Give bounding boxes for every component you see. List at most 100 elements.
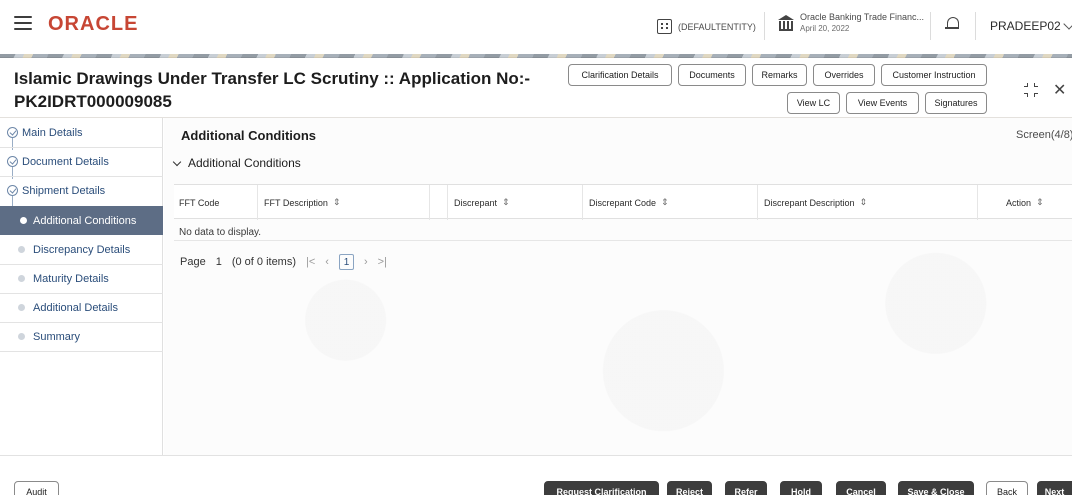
column-separator <box>582 185 583 220</box>
sort-icon[interactable]: ⇕ <box>860 197 868 208</box>
main-content: Additional Conditions Screen(4/8) Additi… <box>164 118 1072 455</box>
sidebar-item-additional-details[interactable]: Additional Details <box>0 293 163 322</box>
pending-step-dot-icon <box>18 275 25 282</box>
pending-step-dot-icon <box>18 304 25 311</box>
column-label: FFT Code <box>179 197 220 208</box>
current-page-button[interactable]: 1 <box>338 254 354 270</box>
column-separator <box>447 185 448 220</box>
customer-instruction-button[interactable]: Customer Instruction <box>881 64 987 86</box>
column-label: FFT Description <box>264 197 328 208</box>
entity-selector[interactable]: (DEFAULTENTITY) <box>657 19 756 34</box>
next-button[interactable]: Next <box>1037 481 1072 495</box>
signatures-button[interactable]: Signatures <box>925 92 987 114</box>
sidebar-item-label: Discrepancy Details <box>33 243 131 256</box>
header-divider <box>764 12 765 40</box>
column-label: Discrepant Description <box>764 197 855 208</box>
pending-step-dot-icon <box>18 333 25 340</box>
check-circle-icon <box>7 185 18 196</box>
sidebar-item-label: Additional Details <box>33 301 118 314</box>
column-header-action[interactable]: Action ⇕ <box>1006 185 1044 220</box>
bell-icon[interactable] <box>945 16 959 32</box>
shrink-icon[interactable] <box>1024 83 1038 97</box>
clarification-details-button[interactable]: Clarification Details <box>568 64 672 86</box>
sidebar-nav: Main Details Document Details Shipment D… <box>0 118 163 455</box>
column-header-discrepant-code[interactable]: Discrepant Code ⇕ <box>589 185 669 220</box>
page-title: Islamic Drawings Under Transfer LC Scrut… <box>14 69 531 111</box>
page-label: Page <box>180 256 206 268</box>
title-area: Islamic Drawings Under Transfer LC Scrut… <box>0 58 1072 118</box>
sidebar-item-document-details[interactable]: Document Details <box>0 147 163 176</box>
pending-step-dot-icon <box>18 246 25 253</box>
page-input[interactable]: 1 <box>216 256 222 268</box>
column-header-fft-code[interactable]: FFT Code <box>179 185 219 220</box>
screen-indicator: Screen(4/8) <box>1016 129 1072 141</box>
save-and-close-button[interactable]: Save & Close <box>898 481 974 495</box>
sidebar-item-label: Main Details <box>22 126 83 139</box>
column-separator <box>429 185 430 220</box>
building-icon <box>657 19 672 34</box>
top-header: ORACLE (DEFAULTENTITY) Oracle Banking Tr… <box>0 0 1072 58</box>
sort-icon[interactable]: ⇕ <box>1036 197 1044 208</box>
active-step-dot-icon <box>20 217 27 224</box>
table-divider <box>174 240 1072 241</box>
sidebar-item-label: Maturity Details <box>33 272 109 285</box>
sidebar-item-maturity-details[interactable]: Maturity Details <box>0 264 163 293</box>
view-lc-button[interactable]: View LC <box>787 92 840 114</box>
chevron-down-icon <box>1063 18 1072 30</box>
close-icon[interactable]: ✕ <box>1053 80 1066 100</box>
request-clarification-button[interactable]: Request Clarification <box>544 481 659 495</box>
audit-button[interactable]: Audit <box>14 481 59 495</box>
column-header-discrepant[interactable]: Discrepant ⇕ <box>454 185 510 220</box>
oracle-logo: ORACLE <box>48 13 139 35</box>
column-separator <box>757 185 758 220</box>
header-divider <box>975 12 976 40</box>
sort-icon[interactable]: ⇕ <box>661 197 669 208</box>
hamburger-menu-icon[interactable] <box>14 16 32 30</box>
refer-button[interactable]: Refer <box>725 481 767 495</box>
sidebar-item-main-details[interactable]: Main Details <box>0 118 163 147</box>
panel-title: Additional Conditions <box>188 156 301 170</box>
bank-info[interactable]: Oracle Banking Trade Financ... April 20,… <box>778 12 924 34</box>
check-circle-icon <box>7 127 18 138</box>
column-separator <box>257 185 258 220</box>
sidebar-item-summary[interactable]: Summary <box>0 322 163 351</box>
view-events-button[interactable]: View Events <box>846 92 919 114</box>
previous-page-icon[interactable]: ‹ <box>325 256 329 268</box>
sidebar-item-label: Shipment Details <box>22 184 106 197</box>
documents-button[interactable]: Documents <box>678 64 746 86</box>
next-page-icon[interactable]: › <box>364 256 368 268</box>
chevron-down-icon <box>172 157 182 166</box>
reject-button[interactable]: Reject <box>667 481 712 495</box>
column-label: Action <box>1006 197 1032 208</box>
bank-date: April 20, 2022 <box>800 24 850 33</box>
header-divider <box>930 12 931 40</box>
pagination: Page 1 (0 of 0 items) |< ‹ 1 › >| <box>180 254 387 270</box>
overrides-button[interactable]: Overrides <box>813 64 875 86</box>
sidebar-divider <box>0 351 163 352</box>
sort-icon[interactable]: ⇕ <box>333 197 341 208</box>
user-menu[interactable]: PRADEEP02 <box>990 18 1072 33</box>
sidebar-item-shipment-details[interactable]: Shipment Details <box>0 176 163 205</box>
sidebar-item-discrepancy-details[interactable]: Discrepancy Details <box>0 235 163 264</box>
back-button[interactable]: Back <box>986 481 1028 495</box>
column-label: Discrepant <box>454 197 498 208</box>
column-header-discrepant-description[interactable]: Discrepant Description ⇕ <box>764 185 867 220</box>
bank-name: Oracle Banking Trade Financ... <box>800 12 925 22</box>
panel-toggle[interactable]: Additional Conditions <box>172 156 301 170</box>
sort-icon[interactable]: ⇕ <box>502 197 510 208</box>
sidebar-item-label: Document Details <box>22 155 109 168</box>
hold-button[interactable]: Hold <box>780 481 822 495</box>
column-header-fft-description[interactable]: FFT Description ⇕ <box>264 185 340 220</box>
sidebar-item-label: Additional Conditions <box>33 214 137 227</box>
sidebar-item-additional-conditions[interactable]: Additional Conditions <box>0 206 163 235</box>
user-name: PRADEEP02 <box>990 19 1061 33</box>
last-page-icon[interactable]: >| <box>378 256 387 268</box>
footer-bar: Audit Request Clarification Reject Refer… <box>0 455 1072 495</box>
remarks-button[interactable]: Remarks <box>752 64 807 86</box>
check-circle-icon <box>7 156 18 167</box>
sidebar-item-label: Summary <box>33 330 81 343</box>
bank-text: Oracle Banking Trade Financ... April 20,… <box>800 12 924 34</box>
table-header: FFT Code FFT Description ⇕ Discrepant ⇕ … <box>174 184 1072 220</box>
first-page-icon[interactable]: |< <box>306 256 315 268</box>
cancel-button[interactable]: Cancel <box>836 481 886 495</box>
